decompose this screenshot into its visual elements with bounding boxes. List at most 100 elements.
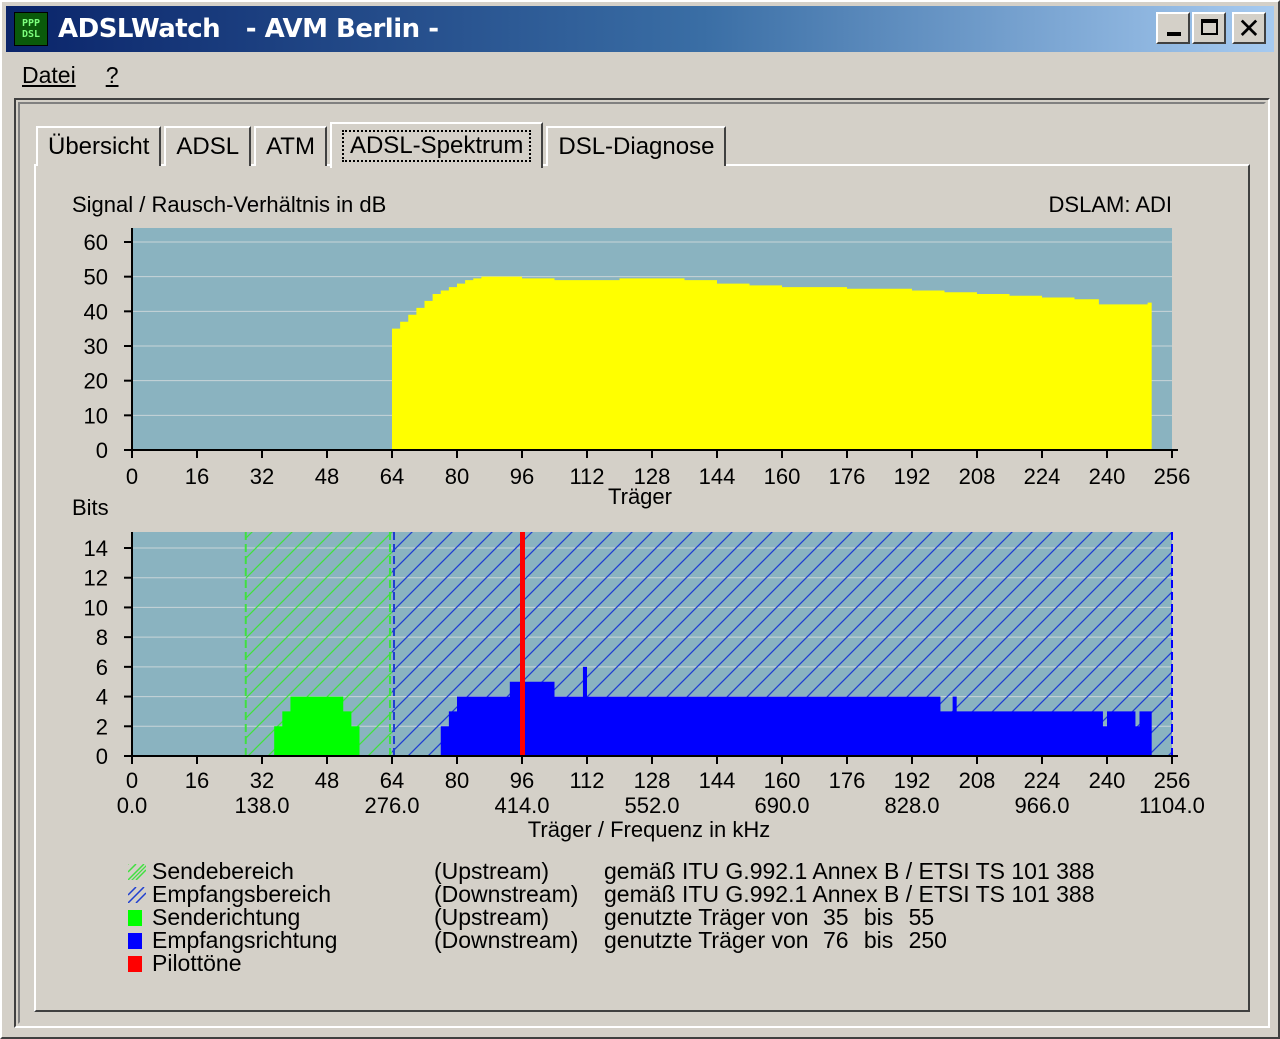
snr-y-tick-label: 20 (84, 369, 108, 394)
bits-freq-tick-label: 276.0 (364, 793, 419, 818)
bits-y-tick-label: 8 (96, 625, 108, 650)
legend-name: Empfangsbereich (152, 881, 331, 907)
bits-x-tick-label: 48 (315, 768, 339, 793)
snr-x-tick-label: 32 (250, 464, 274, 489)
legend-from: 76 (822, 927, 849, 953)
snr-x-tick-label: 160 (764, 464, 801, 489)
dslam-label: DSLAM: ADI (1049, 192, 1172, 217)
bits-chart: 141210864200 16 32 48 64 80 96 112 128 144 160 176 1… (84, 532, 1205, 818)
legend-description: genutzte Träger von 76 bis 250 (604, 927, 947, 953)
snr-x-tick-label: 144 (699, 464, 736, 489)
snr-x-tick-label: 48 (315, 464, 339, 489)
blue-hatch-swatch-icon (128, 887, 146, 903)
blue-swatch-icon (128, 933, 142, 949)
bits-x-tick-label: 32 (250, 768, 274, 793)
bits-x-tick-label: 176 (829, 768, 866, 793)
bits-freq-tick-label: 552.0 (624, 793, 679, 818)
bits-x-tick-label: 0 (126, 768, 138, 793)
red-swatch-icon (128, 956, 142, 972)
green-hatch-swatch-icon (128, 864, 146, 880)
bits-freq-tick-label: 0.0 (117, 793, 148, 818)
snr-x-tick-label: 256 (1154, 464, 1191, 489)
snr-x-tick-label: 80 (445, 464, 469, 489)
snr-chart: 60504030201000 16 32 48 64 80 96 112 128 144 160 17… (84, 228, 1191, 489)
snr-x-tick-label: 112 (569, 464, 604, 489)
tab-label: ADSL-Spektrum (341, 130, 532, 162)
bits-freq-tick-label: 828.0 (884, 793, 939, 818)
bits-y-tick-label: 12 (84, 566, 108, 591)
bits-x-tick-label: 96 (510, 768, 534, 793)
snr-x-tick-label: 192 (894, 464, 931, 489)
snr-x-tick-label: 208 (959, 464, 996, 489)
legend-bis: bis (863, 927, 894, 953)
legend: Sendebereich (Upstream) gemäß ITU G.992.… (128, 860, 1095, 975)
snr-y-tick-label: 40 (84, 299, 108, 324)
legend-name: Sendebereich (152, 858, 294, 884)
bits-x-tick-label: 128 (634, 768, 671, 793)
snr-x-tick-label: 16 (185, 464, 209, 489)
bits-y-tick-label: 6 (96, 655, 108, 680)
snr-y-tick-label: 10 (84, 403, 108, 428)
bits-y-tick-label: 0 (96, 744, 108, 769)
legend-name: Senderichtung (152, 904, 301, 930)
snr-area (392, 276, 1152, 450)
snr-x-tick-label: 96 (510, 464, 534, 489)
snr-x-tick-label: 64 (380, 464, 404, 489)
legend-row-empfangsrichtung: Empfangsrichtung (Downstream) genutzte T… (128, 929, 1095, 952)
snr-x-tick-label: 240 (1089, 464, 1126, 489)
bits-freq-tick-label: 1104.0 (1139, 793, 1205, 818)
spectrum-charts: Signal / Rausch-Verhältnis in dB DSLAM: … (72, 192, 1205, 842)
tab-adsl-spektrum[interactable]: ADSL-Spektrum (329, 122, 544, 168)
legend-description: genutzte Träger von 35 bis 55 (604, 904, 935, 930)
snr-y-tick-label: 60 (84, 230, 108, 255)
snr-chart-title: Signal / Rausch-Verhältnis in dB (72, 192, 386, 217)
bits-chart-title: Bits (72, 495, 109, 520)
bits-x-tick-label: 112 (569, 768, 604, 793)
bits-y-tick-label: 10 (84, 595, 108, 620)
legend-row-sendebereich: Sendebereich (Upstream) gemäß ITU G.992.… (128, 860, 1095, 883)
legend-to: 55 (908, 904, 935, 930)
snr-x-tick-label: 224 (1024, 464, 1061, 489)
snr-y-tick-label: 50 (84, 265, 108, 290)
snr-y-tick-label: 30 (84, 334, 108, 359)
legend-direction: (Upstream) (434, 858, 550, 884)
legend-name: Pilottöne (152, 950, 242, 976)
legend-to: 250 (908, 927, 947, 953)
legend-name: Empfangsrichtung (152, 927, 338, 953)
bits-x-tick-label: 224 (1024, 768, 1061, 793)
bits-y-tick-label: 4 (96, 685, 108, 710)
app-window: PPP DSL ADSLWatch - AVM Berlin - ✕ Datei… (0, 0, 1280, 1039)
pilot-tone-line (520, 532, 525, 756)
bits-freq-tick-label: 690.0 (754, 793, 809, 818)
legend-description: gemäß ITU G.992.1 Annex B / ETSI TS 101 … (604, 881, 1095, 907)
bits-x-axis-label: Träger / Frequenz in kHz (528, 817, 771, 842)
bits-freq-tick-label: 966.0 (1014, 793, 1069, 818)
snr-x-tick-label: 0 (126, 464, 138, 489)
bits-x-tick-label: 144 (699, 768, 736, 793)
bits-x-tick-label: 256 (1154, 768, 1191, 793)
bits-x-tick-label: 192 (894, 768, 931, 793)
legend-from: 35 (822, 904, 849, 930)
snr-x-axis-label: Träger (608, 484, 672, 509)
bits-freq-tick-label: 138.0 (234, 793, 289, 818)
legend-row-empfangsbereich: Empfangsbereich (Downstream) gemäß ITU G… (128, 883, 1095, 906)
legend-description: gemäß ITU G.992.1 Annex B / ETSI TS 101 … (604, 858, 1095, 884)
legend-direction: (Downstream) (434, 927, 579, 953)
snr-y-tick-label: 0 (96, 438, 108, 463)
bits-x-tick-label: 80 (445, 768, 469, 793)
bits-x-tick-label: 160 (764, 768, 801, 793)
legend-direction: (Upstream) (434, 904, 550, 930)
legend-direction: (Downstream) (434, 881, 579, 907)
snr-x-tick-label: 176 (829, 464, 866, 489)
bits-x-tick-label: 16 (185, 768, 209, 793)
bits-x-tick-label: 208 (959, 768, 996, 793)
legend-row-pilottoene: Pilottöne (128, 952, 1095, 975)
bits-x-tick-label: 64 (380, 768, 404, 793)
bits-freq-tick-label: 414.0 (494, 793, 549, 818)
legend-bis: bis (863, 904, 894, 930)
green-swatch-icon (128, 910, 142, 926)
legend-row-senderichtung: Senderichtung (Upstream) genutzte Träger… (128, 906, 1095, 929)
bits-y-tick-label: 2 (96, 714, 108, 739)
bits-y-tick-label: 14 (84, 536, 108, 561)
bits-x-tick-label: 240 (1089, 768, 1126, 793)
